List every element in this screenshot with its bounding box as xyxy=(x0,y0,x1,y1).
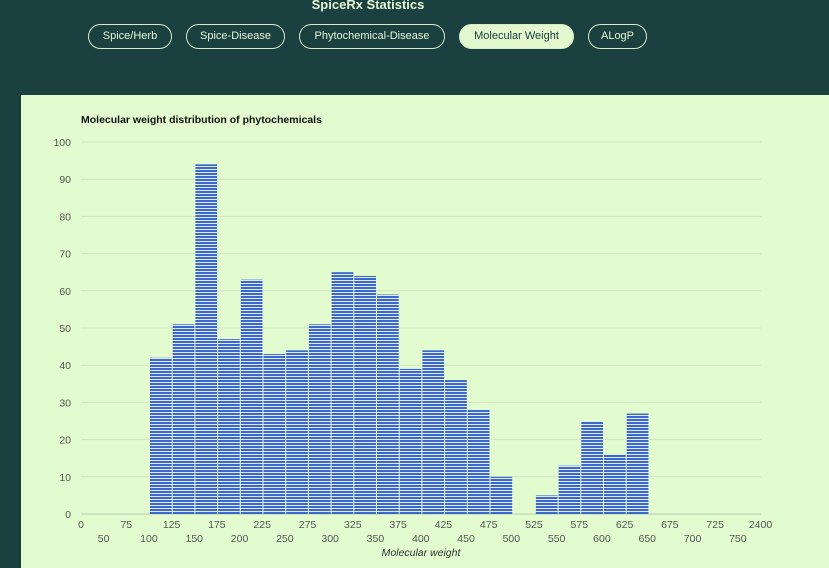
histogram-bar[interactable] xyxy=(399,368,422,514)
y-tick-label: 100 xyxy=(53,137,71,149)
histogram-bar[interactable] xyxy=(445,380,467,514)
histogram-bar[interactable] xyxy=(263,354,286,514)
histogram-bar[interactable] xyxy=(195,164,218,514)
x-tick-label: 525 xyxy=(525,519,543,531)
tab-alogp[interactable]: ALogP xyxy=(588,24,647,49)
x-tick-label: 500 xyxy=(503,533,521,545)
x-tick-label: 200 xyxy=(231,533,249,545)
page-title: SpiceRx Statistics xyxy=(311,0,425,12)
y-tick-label: 10 xyxy=(59,472,71,484)
x-tick-label: 75 xyxy=(120,519,132,531)
x-tick-label: 0 xyxy=(78,519,84,531)
x-tick-label: 625 xyxy=(616,519,634,531)
x-tick-label: 375 xyxy=(389,519,407,531)
x-tick-label: 2400 xyxy=(749,519,773,531)
histogram-bar[interactable] xyxy=(626,413,649,514)
y-tick-label: 70 xyxy=(59,249,71,261)
x-tick-label: 300 xyxy=(321,533,339,545)
x-tick-label: 175 xyxy=(208,519,226,531)
y-tick-label: 60 xyxy=(59,286,71,298)
histogram-bar[interactable] xyxy=(490,476,513,514)
histogram-bar[interactable] xyxy=(354,275,376,514)
y-tick-label: 30 xyxy=(59,397,71,409)
x-tick-label: 600 xyxy=(593,533,611,545)
y-tick-label: 50 xyxy=(59,323,71,335)
histogram-bar[interactable] xyxy=(535,495,558,514)
histogram-bar[interactable] xyxy=(150,357,172,514)
histogram-bar[interactable] xyxy=(240,279,263,514)
y-tick-label: 0 xyxy=(65,509,71,521)
x-tick-label: 450 xyxy=(457,533,475,545)
x-tick-label: 125 xyxy=(163,519,181,531)
x-tick-label: 400 xyxy=(412,533,430,545)
x-tick-label: 100 xyxy=(140,533,158,545)
x-tick-label: 550 xyxy=(548,533,566,545)
x-tick-label: 425 xyxy=(435,519,453,531)
histogram-bar[interactable] xyxy=(558,465,581,514)
tab-molecular-weight[interactable]: Molecular Weight xyxy=(459,24,574,49)
y-tick-label: 90 xyxy=(59,174,71,186)
x-tick-label: 50 xyxy=(98,533,110,545)
tab-phytochemical-disease[interactable]: Phytochemical-Disease xyxy=(299,24,445,49)
x-tick-label: 275 xyxy=(299,519,317,531)
histogram-bar[interactable] xyxy=(172,324,195,514)
molecular-weight-histogram: Molecular weight distribution of phytoch… xyxy=(53,114,773,559)
histogram-bar[interactable] xyxy=(286,350,308,514)
chart-panel: Molecular weight distribution of phytoch… xyxy=(21,95,829,568)
histogram-bar[interactable] xyxy=(581,421,603,514)
x-axis-label: Molecular weight xyxy=(382,547,462,559)
histogram-bar[interactable] xyxy=(218,339,240,514)
x-tick-label: 650 xyxy=(638,533,656,545)
x-tick-label: 575 xyxy=(571,519,589,531)
histogram-bar[interactable] xyxy=(331,272,354,514)
x-tick-label: 750 xyxy=(729,533,747,545)
y-tick-label: 20 xyxy=(59,435,71,447)
x-tick-label: 725 xyxy=(706,519,724,531)
x-tick-label: 225 xyxy=(253,519,271,531)
histogram-bar[interactable] xyxy=(377,294,399,514)
x-tick-label: 475 xyxy=(480,519,498,531)
x-tick-label: 350 xyxy=(367,533,385,545)
histogram-bar[interactable] xyxy=(467,409,490,514)
y-tick-label: 40 xyxy=(59,360,71,372)
x-tick-label: 700 xyxy=(684,533,702,545)
x-tick-label: 150 xyxy=(185,533,203,545)
histogram-bar[interactable] xyxy=(604,454,626,514)
y-tick-label: 80 xyxy=(59,211,71,223)
tab-spice-herb[interactable]: Spice/Herb xyxy=(88,24,172,49)
x-tick-label: 675 xyxy=(661,519,679,531)
histogram-bar[interactable] xyxy=(422,350,445,514)
chart-title: Molecular weight distribution of phytoch… xyxy=(81,114,322,126)
x-tick-label: 325 xyxy=(344,519,362,531)
x-tick-label: 250 xyxy=(276,533,294,545)
histogram-bar[interactable] xyxy=(308,324,331,514)
tab-spice-disease[interactable]: Spice-Disease xyxy=(186,24,285,49)
